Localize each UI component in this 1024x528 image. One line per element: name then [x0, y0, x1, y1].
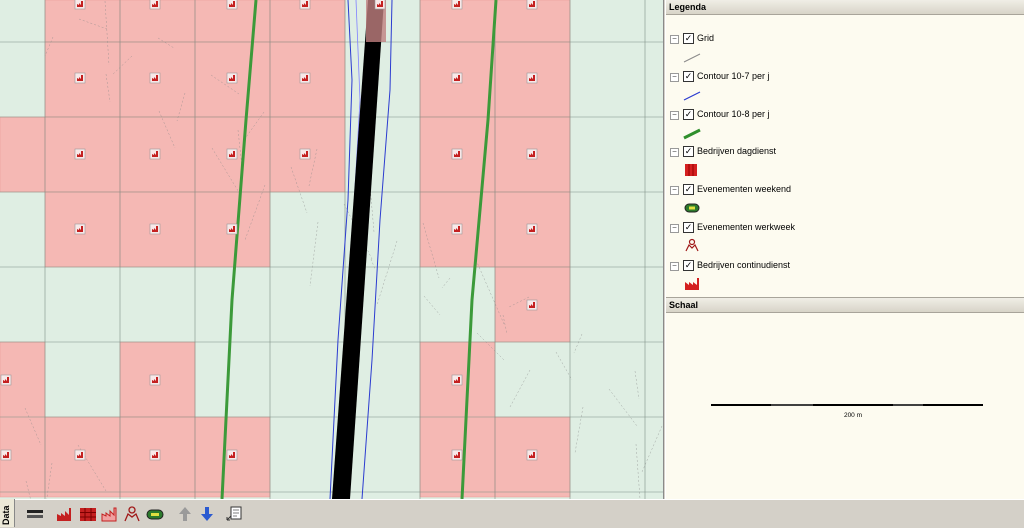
scale-title: Schaal [666, 297, 1024, 313]
street-line [634, 370, 640, 400]
street-line [370, 258, 376, 270]
grid-blocks-icon[interactable] [78, 504, 98, 524]
arrow-down-icon[interactable] [197, 504, 217, 524]
legend-checkbox[interactable]: ✓ [683, 71, 694, 82]
legend-label: Evenementen weekend [697, 184, 792, 194]
collapse-icon[interactable]: − [670, 186, 679, 195]
map-layers[interactable] [0, 0, 663, 499]
collapse-icon[interactable]: − [670, 262, 679, 271]
side-panel: Legenda − ✓ Grid − ✓ Contour 10-7 per j … [665, 0, 1024, 499]
export-icon[interactable] [225, 504, 245, 524]
grid-line-icon [683, 53, 701, 63]
factory-icon [685, 278, 699, 290]
street-line [441, 277, 451, 289]
legend-checkbox[interactable]: ✓ [683, 109, 694, 120]
factory-icon[interactable] [55, 504, 75, 524]
scale-bar-area: 200 m [666, 313, 1024, 513]
collapse-icon[interactable]: − [670, 224, 679, 233]
blue-line-icon [683, 91, 701, 101]
factory-outline-icon[interactable] [100, 504, 120, 524]
green-line-icon [683, 128, 701, 140]
legend-checkbox[interactable]: ✓ [683, 222, 694, 233]
street-line [573, 333, 583, 354]
legend-label: Contour 10-8 per j [697, 109, 770, 119]
data-tab[interactable]: Data [0, 499, 15, 527]
street-line [376, 240, 398, 306]
collapse-icon[interactable]: − [670, 111, 679, 120]
legend-label: Contour 10-7 per j [697, 71, 770, 81]
street-line [423, 295, 441, 316]
legend-checkbox[interactable]: ✓ [683, 260, 694, 271]
arrow-up-icon[interactable] [175, 504, 195, 524]
scale-label: 200 m [844, 412, 862, 419]
risk-cell [419, 341, 496, 498]
bottom-toolbar [0, 499, 1024, 528]
crowd-icon [685, 238, 699, 252]
legend-label: Bedrijven continudienst [697, 260, 791, 270]
collapse-icon[interactable]: − [670, 73, 679, 82]
collapse-icon[interactable]: − [670, 148, 679, 157]
scale-bar: 200 m [711, 404, 983, 419]
stadium-icon[interactable] [145, 504, 165, 524]
street-line [509, 369, 531, 408]
street-line [608, 388, 638, 427]
street-line [574, 406, 584, 454]
street-line [555, 351, 573, 381]
data-tab-label: Data [1, 505, 11, 525]
risk-cell [0, 341, 46, 498]
legend-checkbox[interactable]: ✓ [683, 146, 694, 157]
legend-checkbox[interactable]: ✓ [683, 184, 694, 195]
legend-label: Evenementen werkweek [697, 222, 796, 232]
map-canvas[interactable] [0, 0, 664, 499]
legend-title: Legenda [666, 0, 1024, 15]
legend-list: − ✓ Grid − ✓ Contour 10-7 per j − ✓ Cont… [666, 15, 1024, 297]
collapse-icon[interactable]: − [670, 35, 679, 44]
red-square-icon [685, 164, 697, 176]
street-line [635, 443, 641, 499]
layer-icon[interactable] [25, 504, 45, 524]
risk-cell [0, 116, 46, 193]
crowd-icon[interactable] [122, 504, 142, 524]
legend-label: Bedrijven dagdienst [697, 146, 777, 156]
legend-label: Grid [697, 33, 715, 43]
street-line [309, 221, 319, 287]
stadium-icon [684, 203, 700, 213]
legend-checkbox[interactable]: ✓ [683, 33, 694, 44]
